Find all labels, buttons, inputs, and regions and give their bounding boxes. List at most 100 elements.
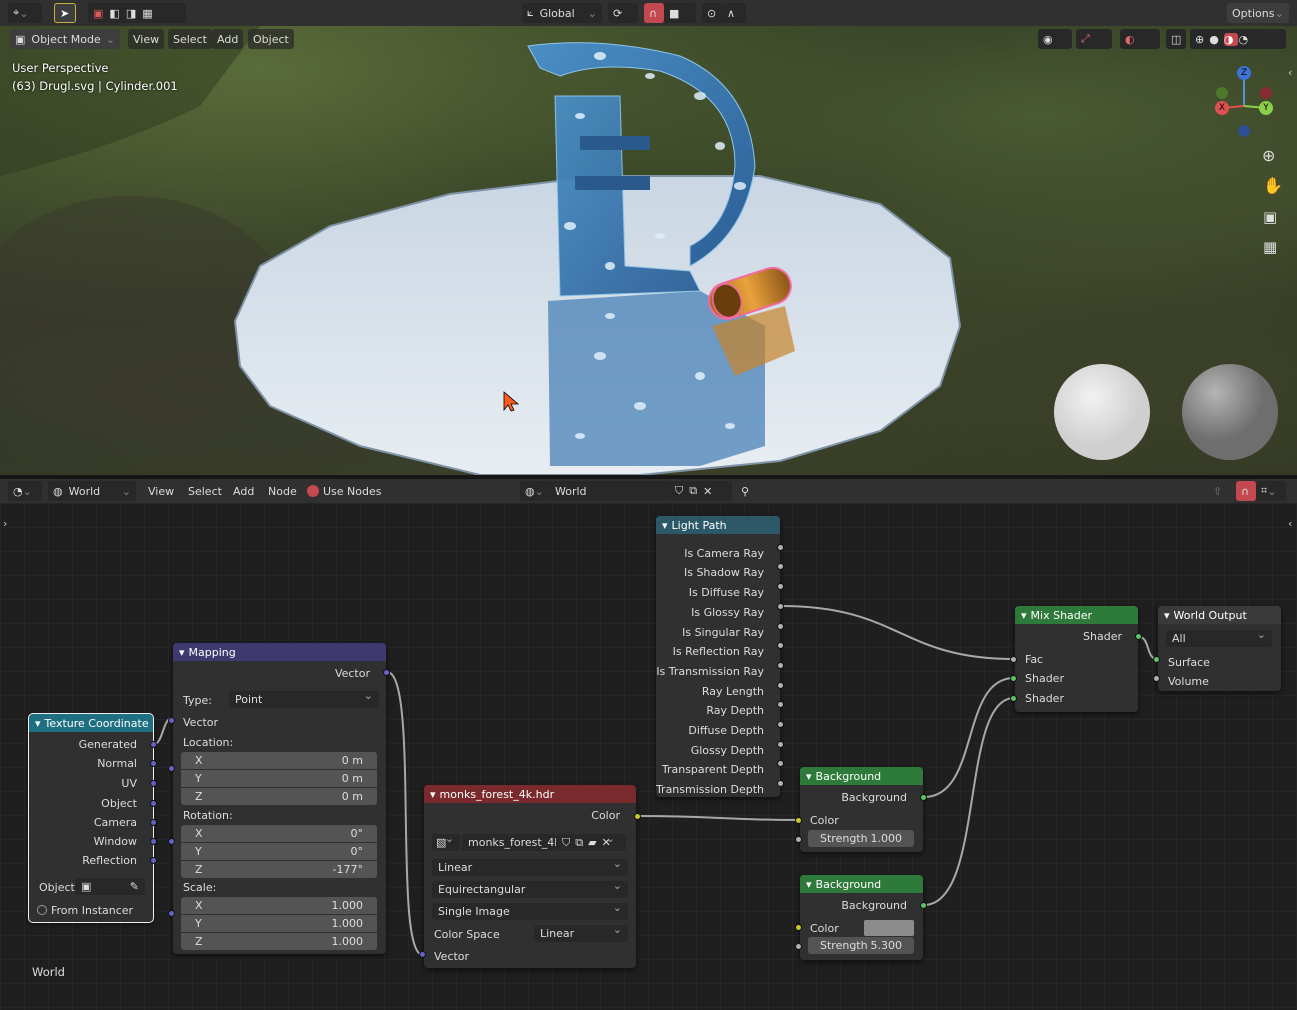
scale-z-field[interactable]: Z 1.000: [181, 933, 377, 950]
bg2-header[interactable]: ▾ Background: [800, 875, 923, 893]
socket-mix-in-shader-2[interactable]: [1010, 695, 1017, 702]
gizmo-x-axis[interactable]: X: [1215, 101, 1229, 115]
pan-hand-icon[interactable]: ✋: [1263, 176, 1283, 195]
world-name-field[interactable]: World: [550, 481, 670, 501]
location-x-field[interactable]: X0 m: [181, 752, 377, 769]
shading-mode-buttons[interactable]: ⊕ ● ◑ ◔: [1190, 29, 1286, 49]
rotation-z-field[interactable]: Z -177°: [181, 861, 377, 878]
envtex-colorspace-dropdown[interactable]: Linear: [534, 923, 628, 942]
xray-toggle[interactable]: ◫: [1166, 29, 1186, 49]
socket-texcoord-normal[interactable]: [150, 760, 157, 767]
socket-bg1-in-strength[interactable]: [795, 836, 802, 843]
ortho-grid-icon[interactable]: ▦: [1263, 238, 1277, 256]
socket-envtex-out-color[interactable]: [634, 813, 641, 820]
socket-lightpath-3[interactable]: [777, 603, 784, 610]
viewport-menu-object[interactable]: Object: [248, 29, 294, 49]
node-menu-view[interactable]: View: [143, 481, 179, 501]
editor-type-button[interactable]: ⌖ ⌄: [8, 3, 42, 23]
mix-header[interactable]: ▾ Mix Shader: [1015, 606, 1138, 624]
socket-mapping-out-vector[interactable]: [383, 669, 390, 676]
camera-view-icon[interactable]: ▣: [1263, 208, 1277, 226]
envtex-interpolation-dropdown[interactable]: Linear: [432, 857, 628, 876]
socket-mix-out[interactable]: [1135, 633, 1142, 640]
viewport-menu-view[interactable]: View: [128, 29, 165, 49]
location-y-field[interactable]: Y0 m: [181, 770, 377, 787]
environment-texture-node[interactable]: ▾monks_forest_4k.hdr Color ▧ monks_fores…: [424, 785, 636, 968]
socket-lightpath-9[interactable]: [777, 721, 784, 728]
navigation-gizmo[interactable]: Z Y X: [1206, 62, 1286, 142]
eyedropper-icon[interactable]: ✎: [130, 880, 139, 893]
from-instancer-checkbox[interactable]: From Instancer: [37, 904, 133, 917]
sidebar-toggle-icon[interactable]: ‹: [1288, 66, 1292, 79]
overlay-toggle[interactable]: ◐: [1120, 29, 1160, 49]
worldout-header[interactable]: ▾ World Output: [1158, 606, 1281, 624]
socket-lightpath-4[interactable]: [777, 623, 784, 630]
socket-texcoord-object[interactable]: [150, 800, 157, 807]
proportional-falloff-dropdown[interactable]: ∧: [722, 3, 746, 23]
socket-mapping-in-scale[interactable]: [168, 910, 175, 917]
node-menu-add[interactable]: Add: [228, 481, 259, 501]
node-snap-dropdown[interactable]: ⌗ ⌄: [1256, 481, 1286, 501]
envtex-image-name[interactable]: monks_forest_4k...: [462, 834, 571, 851]
node-menu-select[interactable]: Select: [183, 481, 227, 501]
lightpath-header[interactable]: ▾ Light Path: [656, 516, 780, 534]
proportional-edit-toggle[interactable]: ⊙: [702, 3, 722, 23]
socket-envtex-in-vector[interactable]: [419, 951, 426, 958]
background-node-1[interactable]: ▾ Background Background Color Strength 1.0…: [800, 767, 923, 852]
world-output-node[interactable]: ▾World Output All Surface Volume: [1158, 606, 1281, 691]
socket-bg2-in-color[interactable]: [795, 924, 802, 931]
transform-orientation-dropdown[interactable]: ⟀ Global ⌄: [522, 3, 602, 23]
envtex-image-buttons[interactable]: ⛉ ⧉ ▰ ✕: [556, 832, 626, 851]
socket-texcoord-generated[interactable]: [150, 741, 157, 748]
mapping-node[interactable]: ▾Mapping Vector Type: Point Vector Locat…: [173, 643, 386, 954]
socket-lightpath-12[interactable]: [777, 780, 784, 787]
texcoord-object-field[interactable]: ▣ ✎: [75, 878, 145, 895]
3d-viewport[interactable]: ▣ Object Mode ⌄ View Select Add Object ◉ …: [0, 26, 1297, 475]
mapping-header[interactable]: ▾ Mapping: [173, 643, 386, 661]
rotation-y-field[interactable]: Y 0°: [181, 843, 377, 860]
socket-bg1-out[interactable]: [920, 794, 927, 801]
world-browse-dropdown[interactable]: ◍ ⌄: [520, 481, 550, 501]
socket-mapping-in-rotation[interactable]: [168, 838, 175, 845]
socket-lightpath-1[interactable]: [777, 563, 784, 570]
socket-bg2-out[interactable]: [920, 902, 927, 909]
zoom-icon[interactable]: ⊕: [1262, 146, 1275, 165]
socket-lightpath-10[interactable]: [777, 741, 784, 748]
viewport-menu-add[interactable]: Add: [212, 29, 244, 49]
mix-shader-node[interactable]: ▾ Mix Shader Shader Fac Shader Shader: [1015, 606, 1138, 712]
selection-mode-buttons[interactable]: ▣ ◧ ◨ ▦: [88, 3, 186, 23]
socket-lightpath-5[interactable]: [777, 642, 784, 649]
options-dropdown[interactable]: Options ⌄: [1227, 3, 1289, 23]
gizmo-toggle[interactable]: ⤢: [1076, 29, 1112, 49]
socket-mapping-in-location[interactable]: [168, 765, 175, 772]
socket-texcoord-camera[interactable]: [150, 819, 157, 826]
snap-target-dropdown[interactable]: ■: [664, 3, 696, 23]
rotation-x-field[interactable]: X 0°: [181, 825, 377, 842]
object-mode-dropdown[interactable]: ▣ Object Mode ⌄: [10, 29, 120, 49]
envtex-projection-dropdown[interactable]: Equirectangular: [432, 879, 628, 898]
location-z-field[interactable]: Z0 m: [181, 788, 377, 805]
snap-toggle[interactable]: ∩: [644, 3, 664, 23]
background-node-2[interactable]: ▾ Background Background Color Strength 5.3…: [800, 875, 923, 960]
bg1-strength-field[interactable]: Strength 1.000: [808, 830, 914, 847]
gizmo-z-axis[interactable]: Z: [1237, 66, 1251, 80]
socket-lightpath-2[interactable]: [777, 583, 784, 590]
node-snap-toggle[interactable]: ∩: [1236, 481, 1256, 501]
bg1-header[interactable]: ▾ Background: [800, 767, 923, 785]
light-path-node[interactable]: ▾ Light Path Is Camera Ray Is Shadow Ray Is…: [656, 516, 780, 797]
node-menu-node[interactable]: Node: [263, 481, 302, 501]
socket-mapping-in-vector[interactable]: [168, 717, 175, 724]
world-datablock-buttons[interactable]: ⛉ ⧉ ✕: [670, 481, 732, 501]
socket-mix-in-shader-1[interactable]: [1010, 675, 1017, 682]
select-tool-button[interactable]: ➤: [54, 3, 76, 23]
viewport-menu-select[interactable]: Select: [168, 29, 212, 49]
texture-coordinate-node[interactable]: ▾ Texture Coordinate Generated Normal UV …: [28, 713, 154, 923]
node-editor-type-button[interactable]: ◔ ⌄: [8, 481, 42, 501]
visibility-dropdown[interactable]: ◉: [1038, 29, 1072, 49]
pivot-dropdown[interactable]: ⟳: [608, 3, 638, 23]
gizmo-y-axis[interactable]: Y: [1259, 101, 1273, 115]
envtex-source-dropdown[interactable]: Single Image: [432, 901, 628, 920]
texcoord-header[interactable]: ▾ Texture Coordinate: [29, 714, 153, 732]
bg2-strength-field[interactable]: Strength 5.300: [808, 937, 914, 954]
socket-texcoord-window[interactable]: [150, 838, 157, 845]
